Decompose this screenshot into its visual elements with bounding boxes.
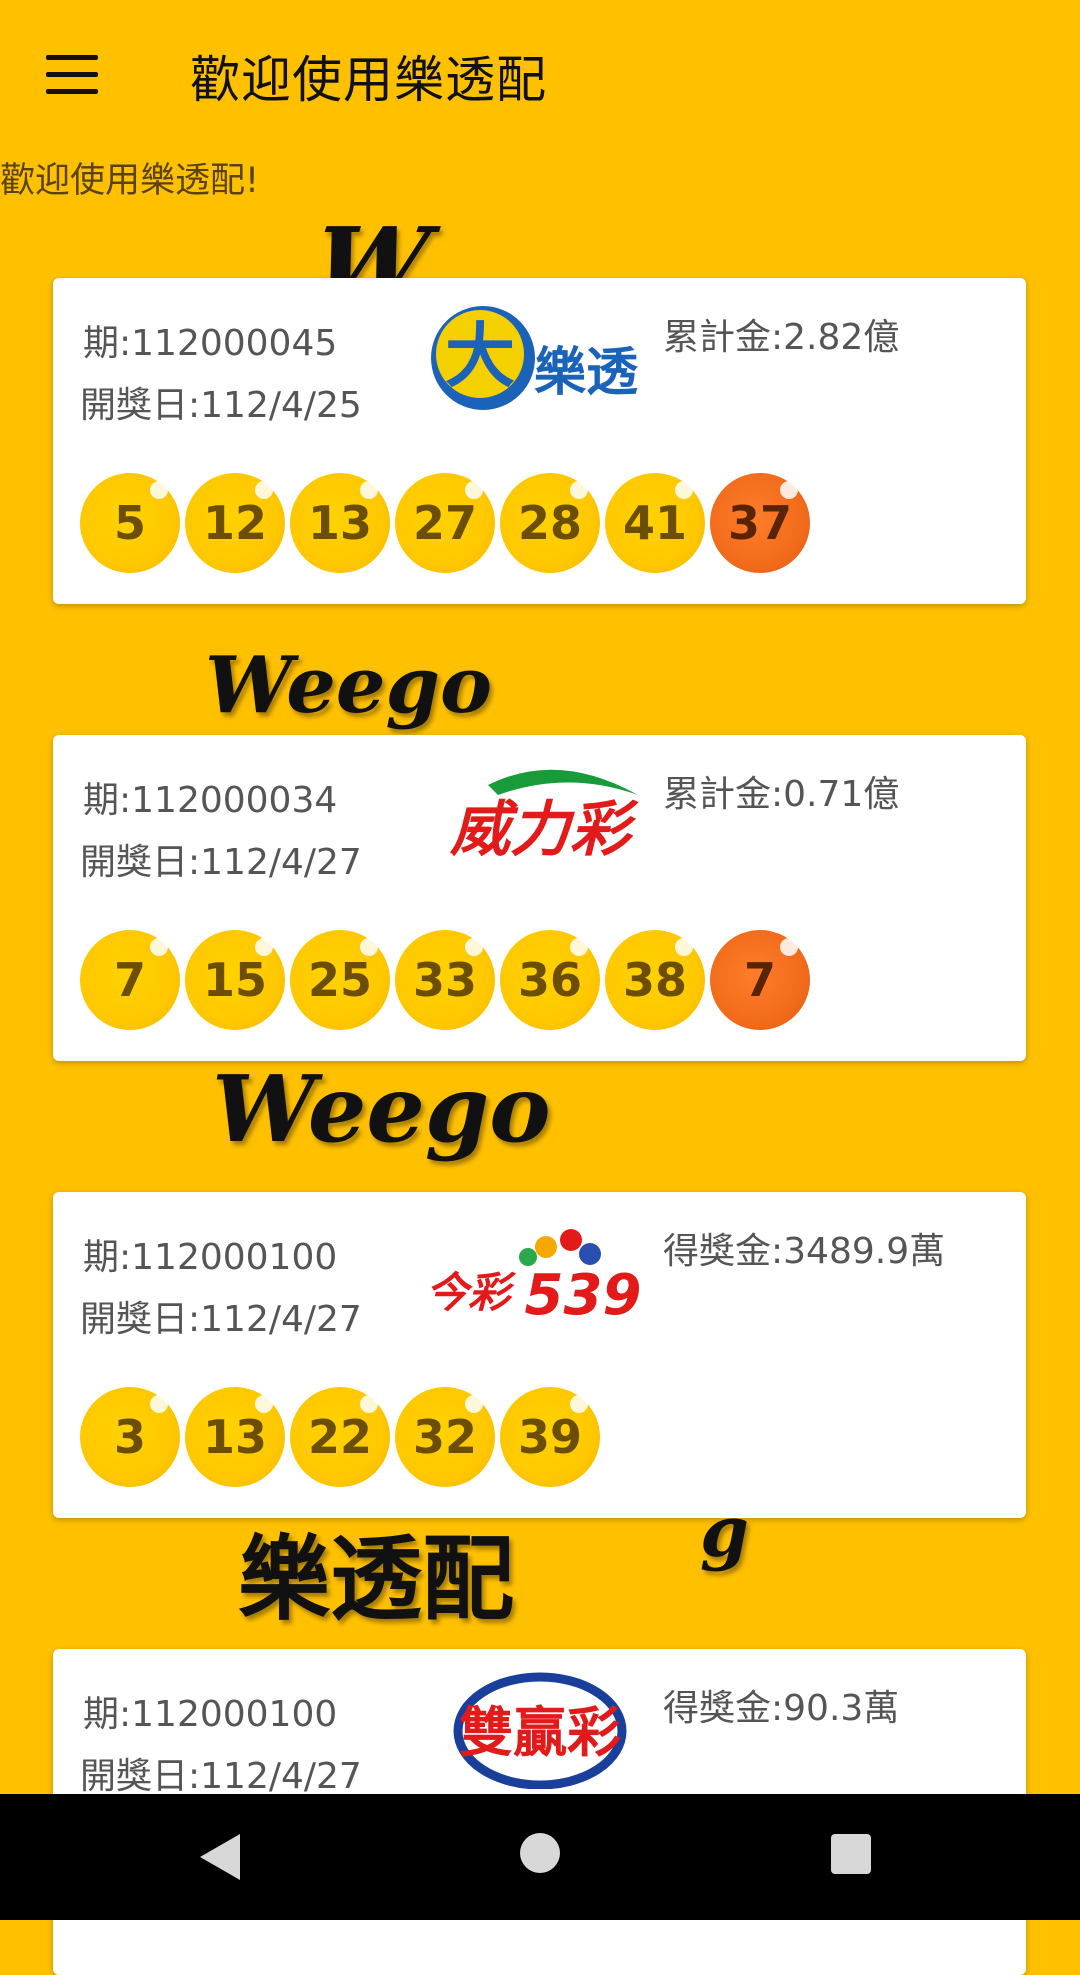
draw-date: 開獎日:112/4/27	[80, 1299, 362, 1340]
number-ball: 33	[395, 930, 495, 1030]
draw-period: 期:112000045	[83, 323, 338, 364]
draw-date: 開獎日:112/4/27	[80, 842, 362, 883]
app-title: 歡迎使用樂透配	[190, 51, 547, 109]
lottery-card[interactable]: 期:112000034 開獎日:112/4/27 威力彩 累計金:0.71億 7…	[53, 735, 1026, 1061]
draw-date: 開獎日:112/4/27	[80, 1756, 362, 1797]
prize-amount: 累計金:2.82億	[663, 317, 900, 358]
watermark-brand-cn: 樂透配	[238, 1526, 515, 1633]
svg-text:雙贏彩: 雙贏彩	[459, 1701, 621, 1764]
special-number-ball: 7	[710, 930, 810, 1030]
number-ball: 7	[80, 930, 180, 1030]
number-ball: 32	[395, 1387, 495, 1487]
app-bar: 歡迎使用樂透配	[0, 0, 1080, 150]
prize-amount: 得獎金:3489.9萬	[663, 1231, 946, 1272]
prize-amount: 得獎金:90.3萬	[663, 1688, 900, 1729]
hamburger-menu-icon[interactable]	[46, 55, 98, 95]
svg-text:樂透: 樂透	[534, 343, 638, 403]
svg-text:威力彩: 威力彩	[449, 795, 639, 865]
svg-text:539: 539	[525, 1263, 642, 1328]
winning-numbers: 7 15 25 33 36 38 7	[80, 930, 815, 1030]
number-ball: 39	[500, 1387, 600, 1487]
draw-date: 開獎日:112/4/25	[80, 385, 362, 426]
draw-period: 期:112000100	[83, 1237, 338, 1278]
number-ball: 5	[80, 473, 180, 573]
winning-numbers: 5 12 13 27 28 41 37	[80, 473, 815, 573]
system-nav-bar	[0, 1794, 1080, 1920]
draw-period: 期:112000100	[83, 1694, 338, 1735]
number-ball: 3	[80, 1387, 180, 1487]
winning-numbers: 3 13 22 32 39	[80, 1387, 605, 1487]
special-number-ball: 37	[710, 473, 810, 573]
lottery-card[interactable]: 期:112000045 開獎日:112/4/25 大 樂透 累計金:2.82億 …	[53, 278, 1026, 604]
number-ball: 13	[290, 473, 390, 573]
number-ball: 25	[290, 930, 390, 1030]
number-ball: 27	[395, 473, 495, 573]
prize-amount: 累計金:0.71億	[663, 774, 900, 815]
svg-text:大: 大	[445, 315, 515, 397]
back-triangle-icon[interactable]	[200, 1834, 240, 1880]
number-ball: 28	[500, 473, 600, 573]
svg-text:今彩: 今彩	[428, 1268, 517, 1317]
watermark-brand: Weego	[205, 640, 493, 731]
welcome-text: 歡迎使用樂透配!	[0, 161, 260, 201]
lottery-logo: 雙贏彩	[428, 1669, 653, 1790]
number-ball: 38	[605, 930, 705, 1030]
lottery-card[interactable]: 期:112000100 開獎日:112/4/27 今彩 539 得獎金:3489…	[53, 1192, 1026, 1518]
number-ball: 36	[500, 930, 600, 1030]
number-ball: 41	[605, 473, 705, 573]
watermark-brand: Weego	[212, 1055, 551, 1163]
lottery-logo: 威力彩	[428, 755, 653, 875]
draw-period: 期:112000034	[83, 780, 338, 821]
number-ball: 15	[185, 930, 285, 1030]
home-circle-icon[interactable]	[520, 1833, 560, 1873]
lottery-logo: 大 樂透	[428, 298, 653, 418]
number-ball: 22	[290, 1387, 390, 1487]
recents-square-icon[interactable]	[831, 1834, 871, 1874]
number-ball: 13	[185, 1387, 285, 1487]
lottery-logo: 今彩 539	[426, 1212, 653, 1332]
number-ball: 12	[185, 473, 285, 573]
